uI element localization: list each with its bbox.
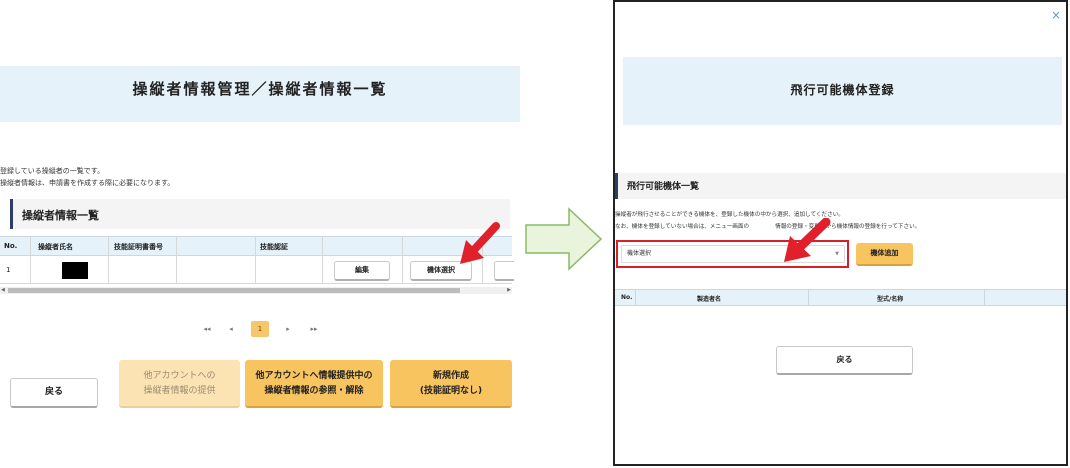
add-aircraft-button[interactable]: 機体追加 — [856, 243, 913, 266]
red-arrow-icon — [784, 218, 831, 262]
new-line-1: 新規作成 — [432, 371, 469, 381]
page-first-icon[interactable]: ◂◂ — [198, 321, 216, 337]
column-header-license-number: 技能証明書番号 — [114, 243, 163, 251]
modal-column-header-maker: 製造者名 — [697, 296, 722, 303]
pilot-table: No. 操縦者氏名 技能証明書番号 技能認証 1 編集 機体選択 — [0, 236, 514, 286]
horizontal-scrollbar[interactable]: ◀ ▶ — [0, 287, 512, 294]
edit-button[interactable]: 編集 — [334, 261, 390, 281]
modal-description-line-2a: なお、機体を登録していない場合は、メニュー画面の — [615, 224, 750, 230]
redacted-name — [62, 262, 88, 279]
page-next-icon[interactable]: ▸ — [279, 321, 297, 337]
page-prev-icon[interactable]: ◂ — [222, 321, 240, 337]
description-line-2: 操縦者情報は、申請書を作成する際に必要になります。 — [0, 179, 175, 187]
chevron-down-icon: ▼ — [835, 251, 839, 257]
provide-line-2: 操縦者情報の提供 — [143, 386, 216, 396]
table-header: No. 操縦者氏名 技能証明書番号 技能認証 — [0, 236, 512, 256]
pilot-list-screen: 操縦者情報管理／操縦者情報一覧 登録している操縦者の一覧です。 操縦者情報は、申… — [0, 0, 520, 468]
page-last-icon[interactable]: ▸▸ — [305, 321, 323, 337]
close-icon[interactable]: × — [1051, 9, 1061, 21]
modal-description-line-2: なお、機体を登録していない場合は、メニュー画面の 情報の登録・変更」から機体情報の… — [615, 222, 920, 230]
view-shared-pilot-info-button[interactable]: 他アカウントへ情報提供中の 操縦者情報の参照・解除 — [245, 360, 383, 408]
modal-column-header-model: 型式/名称 — [877, 296, 904, 303]
scroll-right-icon[interactable]: ▶ — [507, 287, 511, 294]
modal-title: 飛行可能機体登録 — [790, 83, 895, 97]
aircraft-registration-modal: × 飛行可能機体登録 飛行可能機体一覧 操縦者が飛行させることができる機体を、登… — [613, 0, 1068, 466]
provide-line-1: 他アカウントへの — [143, 371, 216, 381]
column-header-license-cert: 技能認証 — [260, 243, 288, 251]
right-arrow-icon — [525, 207, 603, 271]
modal-back-button[interactable]: 戻る — [776, 346, 913, 375]
new-line-2: (技能証明なし) — [419, 386, 483, 396]
back-button[interactable]: 戻る — [10, 378, 98, 408]
modal-section-title: 飛行可能機体一覧 — [627, 182, 700, 192]
description-line-1: 登録している操縦者の一覧です。 — [0, 167, 105, 175]
view-line-1: 他アカウントへ情報提供中の — [255, 371, 373, 381]
page-current[interactable]: 1 — [251, 321, 269, 337]
modal-column-header-no: No. — [621, 294, 633, 301]
red-arrow-icon — [460, 222, 500, 264]
scroll-left-icon[interactable]: ◀ — [1, 287, 5, 294]
aircraft-select-value: 機体選択 — [627, 250, 652, 257]
section-title: 操縦者情報一覧 — [22, 209, 99, 222]
column-header-name: 操縦者氏名 — [38, 243, 73, 251]
scrollbar-thumb[interactable] — [8, 288, 460, 293]
modal-description-line-1: 操縦者が飛行させることができる機体を、登録した機体の中から選択、追加してください… — [615, 212, 844, 218]
row-number: 1 — [6, 266, 11, 274]
modal-table-header: No. 製造者名 型式/名称 — [615, 289, 1066, 306]
column-header-no: No. — [4, 242, 18, 250]
create-new-button[interactable]: 新規作成 (技能証明なし) — [390, 360, 512, 408]
provide-to-other-account-button: 他アカウントへの 操縦者情報の提供 — [119, 360, 240, 408]
view-line-2: 操縦者情報の参照・解除 — [264, 386, 364, 396]
page-title: 操縦者情報管理／操縦者情報一覧 — [132, 80, 388, 98]
